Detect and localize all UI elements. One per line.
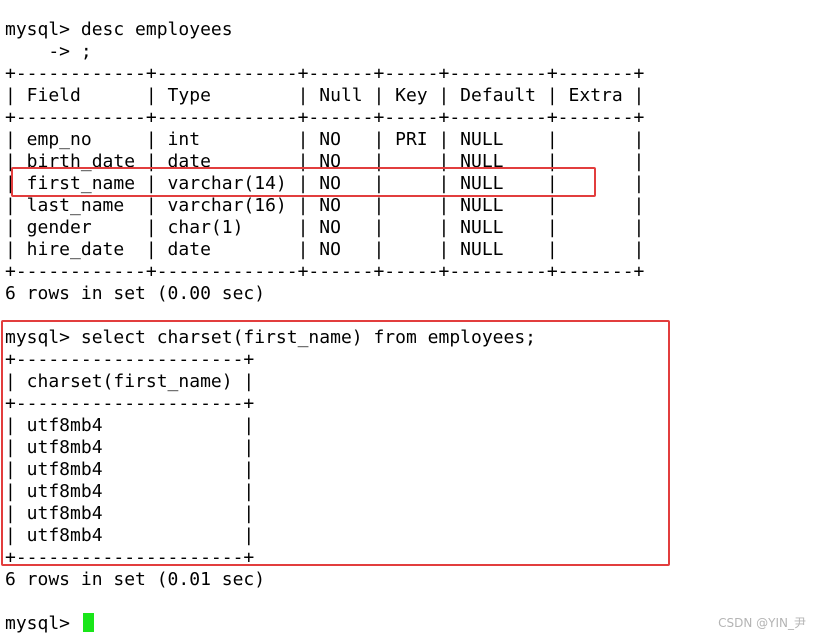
table-header-row: | Field | Type | Null | Key | Default | … [5, 85, 645, 106]
table-row: | last_name | varchar(16) | NO | | NULL … [5, 195, 645, 216]
table-row: | emp_no | int | NO | PRI | NULL | | [5, 129, 645, 150]
highlight-box-first-name-row [11, 167, 596, 197]
terminal-line: mysql> desc employees [5, 19, 233, 40]
highlight-box-charset-query [1, 320, 670, 566]
terminal-line: -> ; [5, 41, 92, 62]
table-border: +------------+-------------+------+-----… [5, 63, 645, 84]
prompt-label: mysql> [5, 613, 81, 634]
result-summary: 6 rows in set (0.00 sec) [5, 283, 266, 304]
prompt-line[interactable]: mysql> [5, 613, 644, 635]
table-border: +------------+-------------+------+-----… [5, 107, 645, 128]
text-cursor [82, 613, 94, 632]
table-row: | hire_date | date | NO | | NULL | | [5, 239, 645, 260]
table-border: +------------+-------------+------+-----… [5, 261, 645, 282]
watermark: CSDN @YIN_尹 [718, 616, 806, 630]
table-row: | gender | char(1) | NO | | NULL | | [5, 217, 645, 238]
result-summary: 6 rows in set (0.01 sec) [5, 569, 266, 590]
terminal-screenshot: mysql> desc employees -> ; +------------… [0, 0, 816, 639]
